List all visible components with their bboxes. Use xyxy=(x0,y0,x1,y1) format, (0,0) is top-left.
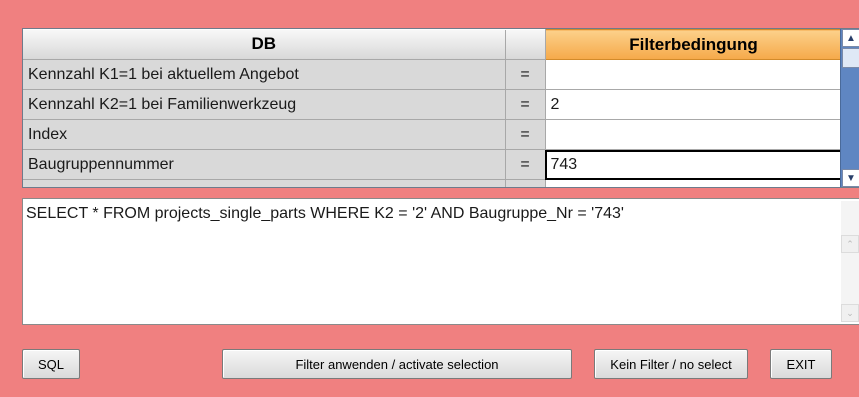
table-row: Index = xyxy=(23,119,843,150)
grid-header-row: DB Filterbedingung xyxy=(23,29,843,60)
sql-vertical-scrollbar[interactable]: ⌃ ⌄ xyxy=(841,201,859,322)
field-name-cell xyxy=(23,179,506,187)
table-row: Baugruppennummer = 743 xyxy=(23,149,843,180)
filter-value-cell-active[interactable]: 743 xyxy=(545,149,843,180)
field-name-cell: Index xyxy=(23,119,506,150)
operator-cell: = xyxy=(505,89,546,120)
field-name-cell: Kennzahl K1=1 bei aktuellem Angebot xyxy=(23,59,506,90)
arrow-up-icon[interactable]: ▲ xyxy=(842,29,859,47)
operator-cell xyxy=(505,179,546,187)
filter-value-cell[interactable] xyxy=(545,59,843,90)
table-row: Kennzahl K2=1 bei Familienwerkzeug = 2 xyxy=(23,89,843,120)
scrollbar-thumb[interactable] xyxy=(842,48,859,68)
column-header-filter[interactable]: Filterbedingung xyxy=(544,29,843,60)
filter-table: DB Filterbedingung Kennzahl K1=1 bei akt… xyxy=(23,29,843,187)
operator-cell: = xyxy=(505,59,546,90)
operator-cell: = xyxy=(505,119,546,150)
table-row: Kennzahl K1=1 bei aktuellem Angebot = xyxy=(23,59,843,90)
filter-value-cell[interactable]: 2 xyxy=(545,89,843,120)
sql-query-textarea[interactable]: SELECT * FROM projects_single_parts WHER… xyxy=(22,198,859,325)
arrow-down-icon[interactable]: ⌄ xyxy=(841,304,859,322)
filter-value-cell[interactable] xyxy=(545,179,843,187)
sql-query-text: SELECT * FROM projects_single_parts WHER… xyxy=(26,205,624,222)
column-header-db[interactable]: DB xyxy=(23,29,506,60)
filter-value-cell[interactable] xyxy=(545,119,843,150)
clear-filter-button[interactable]: Kein Filter / no select xyxy=(594,349,748,379)
grid-vertical-scrollbar[interactable]: ▲ ▼ xyxy=(840,29,859,187)
operator-cell: = xyxy=(505,149,546,180)
sql-button[interactable]: SQL xyxy=(22,349,80,379)
field-name-cell: Baugruppennummer xyxy=(23,149,506,180)
apply-filter-button[interactable]: Filter anwenden / activate selection xyxy=(222,349,572,379)
arrow-up-icon[interactable]: ⌃ xyxy=(841,235,859,253)
field-name-cell: Kennzahl K2=1 bei Familienwerkzeug xyxy=(23,89,506,120)
arrow-down-icon[interactable]: ▼ xyxy=(842,169,859,187)
filter-grid: DB Filterbedingung Kennzahl K1=1 bei akt… xyxy=(22,28,859,188)
exit-button[interactable]: EXIT xyxy=(770,349,832,379)
table-row-partial xyxy=(23,179,843,187)
column-header-operator[interactable] xyxy=(505,29,546,60)
